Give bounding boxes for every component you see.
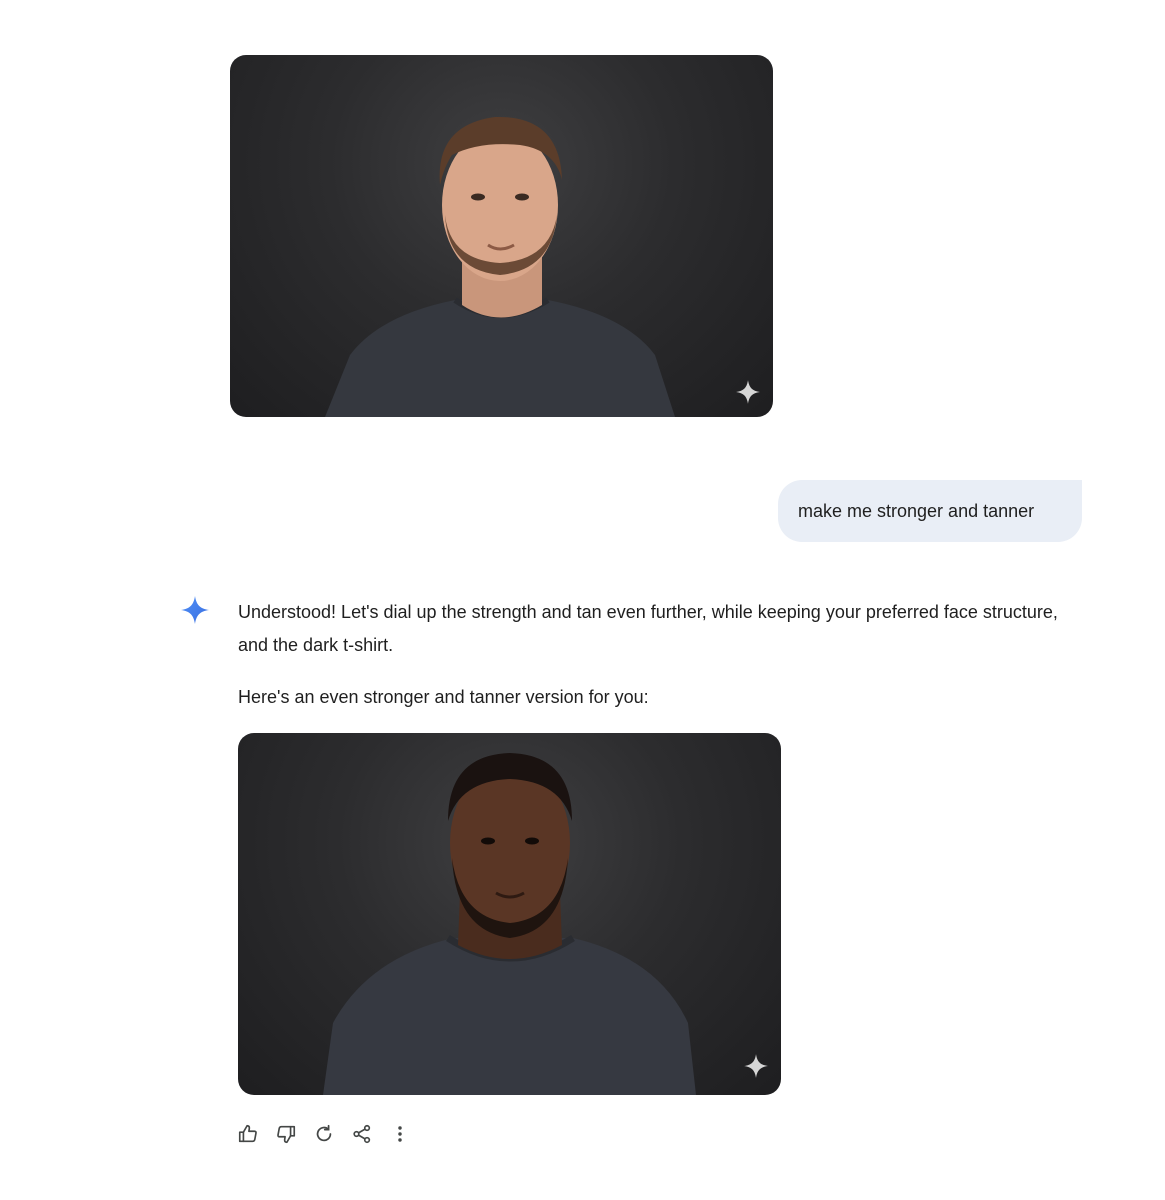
user-message-text: make me stronger and tanner [798, 500, 1035, 521]
share-icon [353, 1124, 371, 1144]
thumbs-up-icon [238, 1124, 257, 1143]
response-action-bar [232, 1118, 416, 1150]
thumbs-down-icon [277, 1125, 296, 1144]
more-options-icon [398, 1126, 402, 1142]
regenerate-icon [316, 1124, 332, 1142]
portrait-illustration [323, 753, 696, 1095]
chat-page: make me stronger and tanner Understood! … [0, 0, 1165, 1200]
portrait-illustration [325, 116, 675, 417]
response-paragraph: Here's an even stronger and tanner versi… [238, 687, 649, 707]
thumbs-up-button[interactable] [232, 1118, 264, 1150]
sparkle-icon [736, 380, 760, 404]
user-message-bubble: make me stronger and tanner [778, 480, 1082, 542]
share-button[interactable] [346, 1118, 378, 1150]
more-options-button[interactable] [384, 1118, 416, 1150]
assistant-response: Understood! Let's dial up the strength a… [238, 596, 1068, 714]
sparkle-icon [744, 1054, 768, 1078]
generated-image-previous[interactable] [230, 55, 773, 417]
regenerate-button[interactable] [308, 1118, 340, 1150]
thumbs-down-button[interactable] [270, 1118, 302, 1150]
response-paragraph: Understood! Let's dial up the strength a… [238, 602, 1058, 655]
gemini-sparkle-icon [181, 596, 209, 624]
generated-image-response[interactable] [238, 733, 781, 1095]
